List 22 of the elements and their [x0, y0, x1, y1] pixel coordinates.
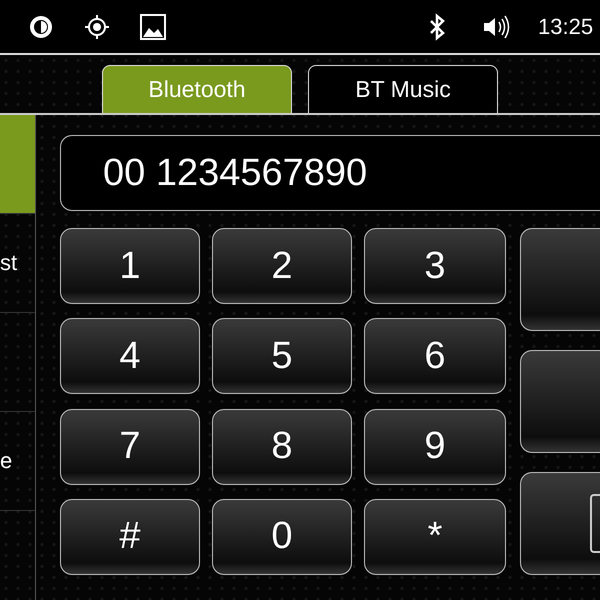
keypad-key[interactable]: *: [364, 498, 506, 575]
keypad-key[interactable]: 0: [212, 498, 352, 575]
keypad-key[interactable]: 4: [60, 318, 200, 394]
keypad-key[interactable]: 8: [212, 408, 352, 484]
keypad-key[interactable]: 9: [364, 408, 506, 484]
side-button[interactable]: [520, 350, 600, 453]
keypad-key[interactable]: 5: [212, 318, 352, 394]
keypad-key[interactable]: 3: [364, 228, 506, 304]
sidebar-item[interactable]: st: [0, 214, 35, 313]
device-icon: [590, 494, 600, 553]
number-display: 00 1234567890: [60, 135, 600, 211]
image-icon[interactable]: [138, 12, 168, 42]
keypad-key[interactable]: 1: [60, 228, 200, 304]
tab[interactable]: BT Music: [308, 65, 498, 113]
side-button[interactable]: [520, 228, 600, 331]
side-button[interactable]: [520, 472, 600, 575]
keypad-key[interactable]: 7: [60, 408, 200, 484]
keypad-key[interactable]: 6: [364, 318, 506, 394]
clock-time: 13:25: [538, 14, 594, 40]
sidebar-item[interactable]: e: [0, 412, 35, 511]
keypad-key[interactable]: 2: [212, 228, 352, 304]
keypad-key[interactable]: #: [60, 498, 200, 575]
